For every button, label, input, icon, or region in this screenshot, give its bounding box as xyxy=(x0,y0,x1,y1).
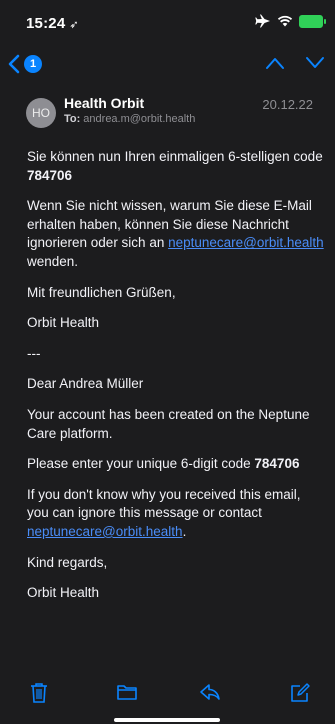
bottom-toolbar xyxy=(0,680,335,724)
en-code-paragraph: Please enter your unique 6-digit code 78… xyxy=(27,455,325,474)
message-navigation xyxy=(265,56,325,70)
en-contact-link[interactable]: neptunecare@orbit.health xyxy=(27,524,183,539)
reply-icon[interactable] xyxy=(199,682,221,702)
back-button[interactable]: 1 xyxy=(8,54,42,74)
en-ignore-paragraph: If you don't know why you received this … xyxy=(27,486,325,542)
en-salutation: Dear Andrea Müller xyxy=(27,376,144,392)
de-ignore-paragraph: Wenn Sie nicht wissen, warum Sie diese E… xyxy=(27,197,325,271)
email-header: HO Health Orbit To: andrea.m@orbit.health… xyxy=(0,92,335,138)
en-code-value: 784706 xyxy=(254,456,300,472)
de-signature: Orbit Health xyxy=(27,315,100,331)
en-ignore-text: If you don't know why you received this … xyxy=(27,486,301,521)
compose-icon[interactable] xyxy=(289,682,311,704)
trash-icon[interactable] xyxy=(30,682,48,704)
en-signature: Orbit Health xyxy=(27,585,100,601)
wifi-icon xyxy=(277,15,293,27)
recipient-address[interactable]: andrea.m@orbit.health xyxy=(83,113,195,125)
chevron-left-icon xyxy=(8,54,20,74)
status-time: 15:24 ➶ xyxy=(26,15,79,32)
de-greeting: Mit freundlichen Grüßen, xyxy=(27,284,176,300)
en-code-text: Please enter your unique 6-digit code xyxy=(27,456,255,472)
en-created-paragraph: Your account has been created on the Nep… xyxy=(27,406,310,441)
folder-icon[interactable] xyxy=(116,682,138,702)
battery-icon xyxy=(299,14,326,28)
de-contact-link[interactable]: neptunecare@orbit.health xyxy=(168,235,324,250)
chevron-down-icon[interactable] xyxy=(305,56,325,70)
airplane-icon xyxy=(255,14,270,28)
unread-badge: 1 xyxy=(24,55,42,73)
en-regards: Kind regards, xyxy=(27,554,108,570)
avatar[interactable]: HO xyxy=(26,98,56,128)
de-ignore-end: wenden. xyxy=(27,253,79,269)
sender-name[interactable]: Health Orbit xyxy=(64,95,144,111)
home-indicator[interactable] xyxy=(114,718,220,722)
email-date: 20.12.22 xyxy=(262,97,313,112)
nav-bar: 1 xyxy=(0,48,335,84)
recipient-line: To: andrea.m@orbit.health xyxy=(64,113,195,125)
chevron-up-icon[interactable] xyxy=(265,56,285,70)
en-ignore-end: . xyxy=(182,523,187,539)
status-icons xyxy=(255,14,326,28)
email-body: Sie können nun Ihren einmaligen 6-stelli… xyxy=(27,148,325,615)
location-arrow-icon: ➶ xyxy=(69,19,79,31)
status-time-text: 15:24 xyxy=(26,15,66,32)
to-label: To: xyxy=(64,113,81,125)
de-code-paragraph: Sie können nun Ihren einmaligen 6-stelli… xyxy=(27,148,325,185)
separator: --- xyxy=(27,345,41,361)
status-bar: 15:24 ➶ xyxy=(0,0,335,44)
de-code-text: Sie können nun Ihren einmaligen 6-stelli… xyxy=(27,149,323,164)
de-code-value: 784706 xyxy=(27,167,73,183)
